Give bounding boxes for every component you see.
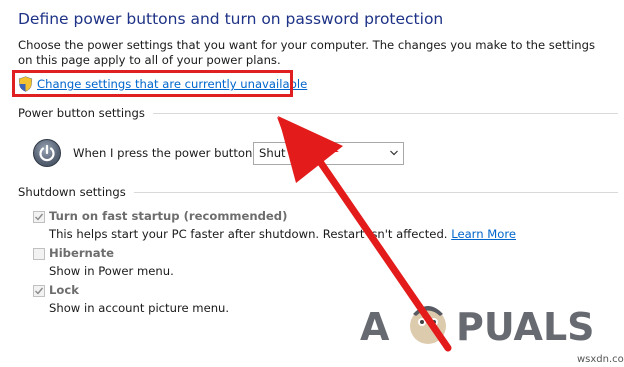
checkmark-icon	[35, 287, 44, 295]
learn-more-link[interactable]: Learn More	[451, 227, 516, 241]
page-description: Choose the power settings that you want …	[18, 38, 596, 67]
fast-startup-label: Turn on fast startup (recommended)	[49, 209, 288, 223]
watermark-letter-a: A	[360, 305, 390, 349]
fast-startup-description: This helps start your PC faster after sh…	[49, 227, 516, 241]
power-icon	[33, 139, 61, 167]
power-button-settings-label: Power button settings	[18, 106, 145, 120]
checkmark-icon	[35, 213, 44, 221]
hibernate-label: Hibernate	[49, 246, 115, 260]
watermark-site: wsxdn.com	[577, 354, 624, 365]
power-button-settings-heading: Power button settings	[18, 106, 618, 120]
page-title: Define power buttons and turn on passwor…	[18, 10, 444, 28]
watermark-letters-puals: PUALS	[456, 305, 595, 349]
highlight-box	[12, 70, 293, 97]
chevron-down-icon	[390, 150, 398, 156]
lock-label: Lock	[49, 283, 79, 297]
power-button-label: When I press the power button:	[73, 146, 257, 160]
lock-description: Show in account picture menu.	[49, 301, 230, 315]
hibernate-description: Show in Power menu.	[49, 264, 174, 278]
shutdown-settings-label: Shutdown settings	[18, 185, 126, 199]
appuals-watermark: A PUALS wsxdn.com	[360, 305, 624, 365]
power-button-action-value: Shut down	[259, 146, 321, 160]
lock-checkbox[interactable]	[33, 285, 45, 297]
power-button-action-select[interactable]: Shut down	[253, 142, 404, 165]
shutdown-settings-heading: Shutdown settings	[18, 185, 618, 199]
section-divider	[152, 112, 618, 114]
fast-startup-checkbox[interactable]	[33, 211, 45, 223]
fast-startup-description-text: This helps start your PC faster after sh…	[49, 227, 448, 241]
hibernate-checkbox[interactable]	[33, 248, 45, 260]
section-divider	[133, 191, 618, 193]
